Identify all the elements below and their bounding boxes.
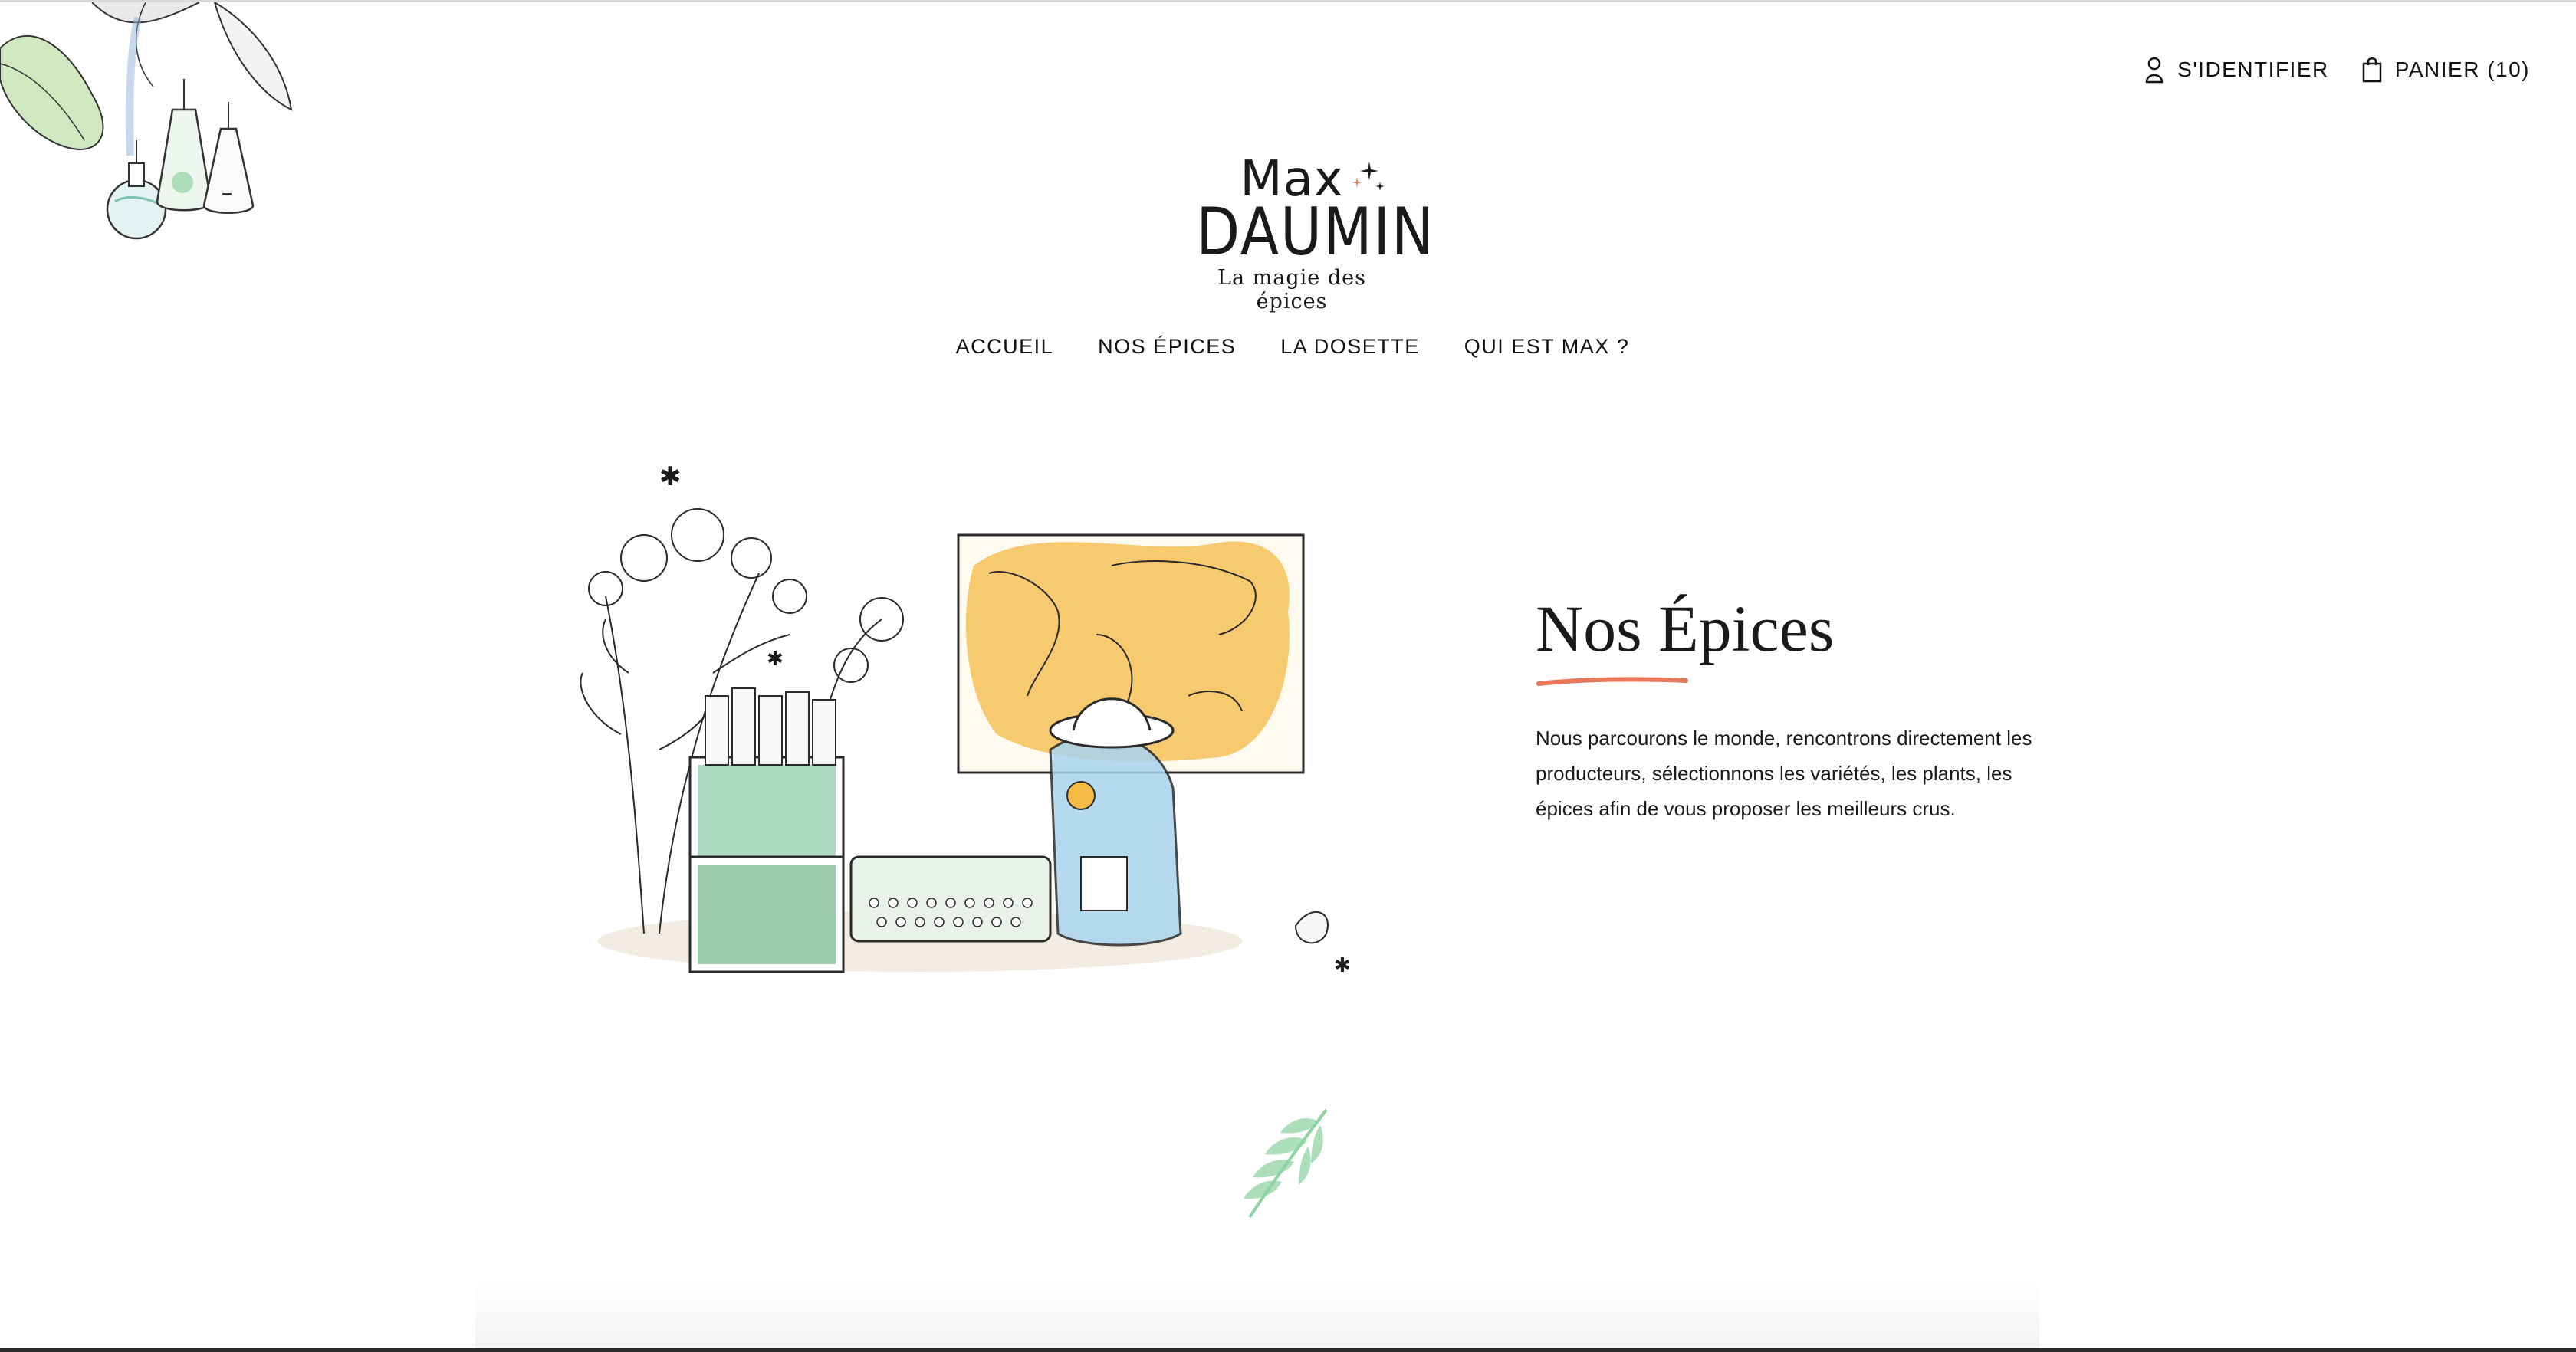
brand-logo[interactable]: Max DAUMIN La magie des épices (1181, 153, 1435, 313)
travel-illustration: ✱ ✱ ✱ (580, 461, 1351, 977)
svg-text:✱: ✱ (659, 461, 682, 492)
hero-description: Nous parcourons le monde, rencontrons di… (1536, 726, 2032, 820)
hero-title: Nos Épices (1536, 592, 1835, 665)
bottom-bar (0, 1348, 2576, 1352)
cart-link[interactable]: PANIER (10) (2361, 56, 2530, 84)
shopping-bag-icon (2362, 57, 2381, 83)
nav-item-accueil[interactable]: ACCUEIL (947, 335, 1054, 359)
page: S'IDENTIFIER PANIER (10) Max DAUMIN La m… (0, 0, 2576, 1352)
svg-text:✱: ✱ (767, 648, 784, 671)
cart-label: PANIER (10) (2394, 57, 2530, 81)
sparkle-icon (1352, 162, 1385, 191)
nav-item-la-dosette[interactable]: LA DOSETTE (1271, 335, 1420, 359)
bottom-section-preview (475, 1275, 2039, 1352)
login-label: S'IDENTIFIER (2177, 57, 2329, 81)
title-underline (1536, 676, 1688, 686)
hero-text-block: Nos Épices Nous parcourons le monde, ren… (1536, 592, 2072, 826)
login-link[interactable]: S'IDENTIFIER (2144, 56, 2329, 84)
leaf-decoration (1244, 1108, 1328, 1219)
nav-item-qui-est-max[interactable]: QUI EST MAX ? (1455, 335, 1630, 359)
logo-line-2: DAUMIN (1196, 194, 1435, 271)
user-icon (2145, 57, 2164, 84)
main-nav: ACCUEIL NOS ÉPICES LA DOSETTE QUI EST MA… (0, 335, 2576, 359)
svg-text:✱: ✱ (1334, 954, 1351, 977)
botanical-corner-illustration (0, 2, 293, 240)
nav-item-nos-epices[interactable]: NOS ÉPICES (1089, 335, 1236, 359)
header-actions: S'IDENTIFIER PANIER (10) (2144, 56, 2530, 84)
logo-tagline: La magie des épices (1217, 266, 1366, 313)
